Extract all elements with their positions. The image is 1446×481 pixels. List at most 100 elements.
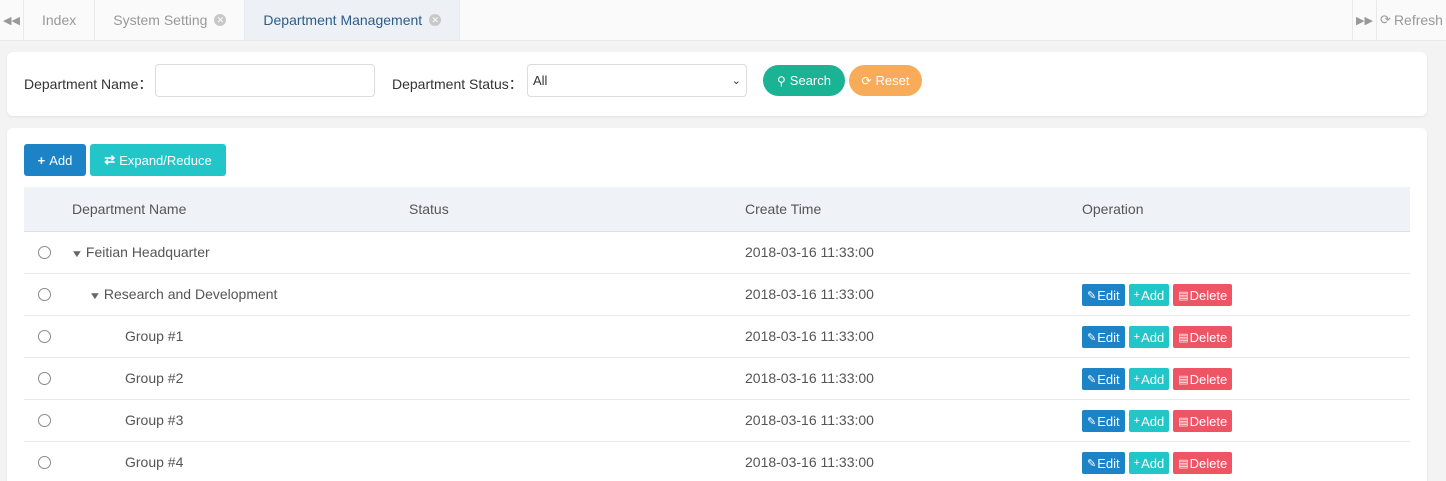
expand-button-label: Expand/Reduce	[119, 152, 212, 168]
delete-button-label: Delete	[1189, 455, 1228, 471]
double-chevron-left-icon: ◀◀	[3, 14, 20, 27]
add-child-button[interactable]: + Add	[1128, 326, 1170, 348]
add-child-button-label: Add	[1141, 329, 1165, 345]
department-name-cell: Group #3	[125, 412, 183, 428]
search-icon: ⚲	[777, 73, 786, 88]
table-row[interactable]: Group #2 2018-03-16 11:33:00 ✎ Edit + Add ▤ Del…	[24, 358, 1410, 400]
delete-button[interactable]: ▤ Delete	[1173, 368, 1233, 390]
department-name-cell: ▼ Feitian Headquarter	[71, 244, 210, 260]
column-header[interactable]: Create Time	[745, 201, 821, 217]
department-name-cell: ▼ Research and Development	[89, 286, 278, 302]
department-status-label: Department Status：	[392, 76, 523, 92]
reset-button[interactable]: ⟳ Reset	[849, 65, 922, 96]
table-row[interactable]: Group #3 2018-03-16 11:33:00 ✎ Edit + Add ▤ Del…	[24, 400, 1410, 442]
add-child-button[interactable]: + Add	[1128, 368, 1170, 390]
row-radio-button[interactable]	[38, 246, 51, 259]
exchange-icon: ⇄	[104, 152, 116, 167]
row-radio-button[interactable]	[38, 414, 51, 427]
department-tree-table: Department Name Status Create Time Opera…	[24, 187, 1410, 481]
search-button-label: Search	[789, 73, 831, 88]
delete-button[interactable]: ▤ Delete	[1173, 284, 1233, 306]
delete-button[interactable]: ▤ Delete	[1173, 452, 1233, 474]
table-row[interactable]: ▼ Feitian Headquarter 2018-03-16 11:33:00	[24, 232, 1410, 274]
plus-icon: +	[1133, 457, 1141, 469]
operation-cell: ✎ Edit + Add ▤ Delete	[1082, 452, 1233, 474]
trash-icon: ▤	[1178, 373, 1189, 386]
row-radio-button[interactable]	[38, 288, 51, 301]
tab-label: Index	[42, 12, 77, 28]
operation-cell: ✎ Edit + Add ▤ Delete	[1082, 326, 1233, 348]
add-child-button[interactable]: + Add	[1128, 452, 1170, 474]
delete-button-label: Delete	[1189, 371, 1228, 387]
table-header: Department Name Status Create Time Opera…	[24, 187, 1410, 232]
close-icon[interactable]: ✕	[214, 14, 227, 26]
search-button[interactable]: ⚲ Search	[763, 65, 845, 96]
refresh-button[interactable]: ⟳ Refresh	[1376, 0, 1446, 40]
create-time-cell: 2018-03-16 11:33:00	[745, 370, 874, 386]
edit-button[interactable]: ✎ Edit	[1082, 326, 1125, 348]
close-icon[interactable]: ✕	[429, 14, 442, 26]
delete-button[interactable]: ▤ Delete	[1173, 326, 1233, 348]
add-child-button[interactable]: + Add	[1128, 284, 1170, 306]
chevron-down-icon[interactable]: ▼	[89, 291, 102, 302]
create-time-cell: 2018-03-16 11:33:00	[745, 328, 874, 344]
edit-button[interactable]: ✎ Edit	[1082, 410, 1125, 432]
department-name-text: Research and Development	[103, 286, 278, 302]
tab-scroll-right-button[interactable]: ▶▶	[1352, 0, 1376, 40]
row-radio-button[interactable]	[38, 372, 51, 385]
tab-index[interactable]: Index	[24, 0, 96, 40]
edit-button-label: Edit	[1097, 371, 1120, 387]
edit-button[interactable]: ✎ Edit	[1082, 284, 1125, 306]
table-row[interactable]: Group #4 2018-03-16 11:33:00 ✎ Edit + Add ▤ Del…	[24, 442, 1410, 481]
delete-button-label: Delete	[1189, 287, 1228, 303]
refresh-icon: ⟳	[1380, 12, 1391, 27]
tab-department-management[interactable]: Department Management ✕	[245, 0, 461, 40]
table-row[interactable]: ▼ Research and Development 2018-03-16 11:3…	[24, 274, 1410, 316]
row-radio-button[interactable]	[38, 330, 51, 343]
tab-system-setting[interactable]: System Setting ✕	[95, 0, 246, 40]
column-header[interactable]: Status	[409, 201, 449, 217]
department-table-panel: + Add ⇄ Expand/Reduce Department Name Stat…	[7, 128, 1427, 481]
add-department-button[interactable]: + Add	[24, 144, 86, 176]
row-radio-button[interactable]	[38, 456, 51, 469]
edit-icon: ✎	[1087, 457, 1097, 470]
tab-label: System Setting	[113, 12, 208, 28]
delete-button-label: Delete	[1189, 413, 1228, 429]
delete-button[interactable]: ▤ Delete	[1173, 410, 1233, 432]
department-name-text: Group #1	[125, 328, 184, 344]
tab-label: Department Management	[263, 12, 423, 28]
chevron-down-icon[interactable]: ▼	[71, 249, 84, 260]
expand-reduce-button[interactable]: ⇄ Expand/Reduce	[90, 144, 226, 176]
add-child-button[interactable]: + Add	[1128, 410, 1170, 432]
edit-button[interactable]: ✎ Edit	[1082, 368, 1125, 390]
department-status-selected: All	[533, 73, 548, 88]
column-header[interactable]: Department Name	[72, 201, 186, 217]
tab-scroll-left-button[interactable]: ◀◀	[0, 0, 24, 40]
department-name-input[interactable]	[155, 64, 375, 97]
create-time-cell: 2018-03-16 11:33:00	[745, 454, 874, 470]
department-status-select[interactable]: All ⌄	[527, 64, 747, 97]
create-time-cell: 2018-03-16 11:33:00	[745, 412, 874, 428]
department-name-label: Department Name：	[24, 76, 153, 92]
plus-icon: +	[1133, 331, 1141, 343]
chevron-down-icon: ⌄	[731, 75, 741, 87]
edit-button-label: Edit	[1097, 329, 1120, 345]
refresh-icon: ⟳	[861, 73, 872, 88]
edit-button[interactable]: ✎ Edit	[1082, 452, 1125, 474]
plus-icon: +	[37, 152, 46, 168]
department-name-text: Feitian Headquarter	[85, 244, 210, 260]
column-header[interactable]: Operation	[1082, 201, 1143, 217]
double-chevron-right-icon: ▶▶	[1356, 14, 1373, 27]
department-name-cell: Group #2	[125, 370, 183, 386]
edit-icon: ✎	[1087, 289, 1097, 302]
add-child-button-label: Add	[1141, 413, 1165, 429]
search-panel: Department Name： Department Status： All …	[7, 52, 1427, 116]
plus-icon: +	[1133, 373, 1141, 385]
tab-bar: ◀◀ Index System Setting ✕ Department Mana…	[0, 0, 1446, 41]
edit-icon: ✎	[1087, 331, 1097, 344]
edit-button-label: Edit	[1097, 455, 1120, 471]
add-child-button-label: Add	[1141, 287, 1165, 303]
table-row[interactable]: Group #1 2018-03-16 11:33:00 ✎ Edit + Add ▤ Del…	[24, 316, 1410, 358]
add-child-button-label: Add	[1141, 371, 1165, 387]
edit-icon: ✎	[1087, 415, 1097, 428]
